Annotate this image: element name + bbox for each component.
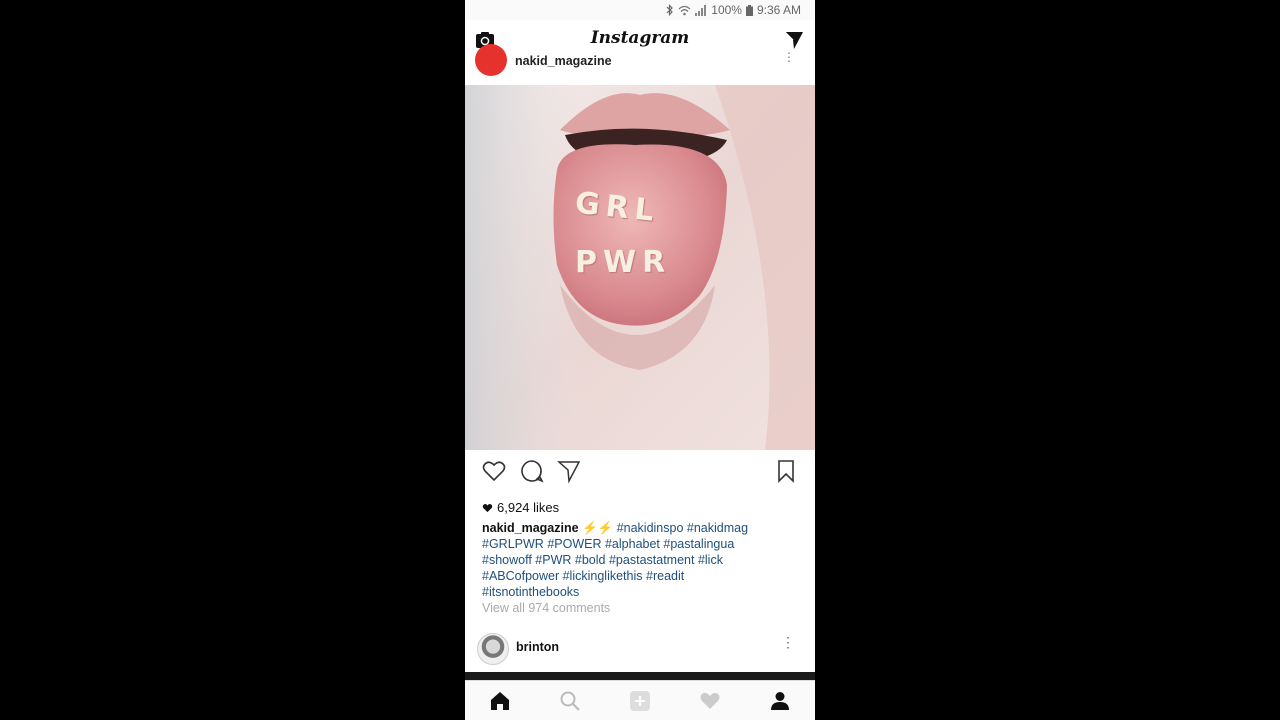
more-options-icon[interactable]: ⋮ <box>781 635 795 649</box>
hashtag[interactable]: #ABCofpower <box>482 569 559 583</box>
hashtag[interactable]: #itsnotinthebooks <box>482 585 579 599</box>
add-icon[interactable] <box>629 690 651 712</box>
next-post-image[interactable] <box>465 672 815 680</box>
heart-icon[interactable] <box>481 458 507 484</box>
status-time: 9:36 AM <box>756 3 801 17</box>
next-post-header: brinton ⋮ <box>465 630 815 666</box>
post-actions <box>465 458 815 486</box>
caption-emoji: ⚡⚡ <box>582 521 614 535</box>
hashtag[interactable]: #lickinglikethis <box>563 569 643 583</box>
hashtag[interactable]: #nakidinspo <box>617 521 684 535</box>
next-post-username[interactable]: brinton <box>516 640 559 654</box>
hashtag[interactable]: #GRLPWR <box>482 537 544 551</box>
paper-plane-icon[interactable] <box>783 29 805 51</box>
bottom-nav <box>465 680 815 720</box>
wifi-icon <box>678 5 691 16</box>
hashtag[interactable]: #alphabet <box>605 537 660 551</box>
caption-username[interactable]: nakid_magazine <box>482 521 579 535</box>
share-icon[interactable] <box>556 458 582 484</box>
more-options-icon[interactable]: ⋮ <box>783 51 795 63</box>
phone-screen: 100% 9:36 AM Instagram nakid_magazine ⋮ <box>465 0 815 720</box>
post-header: nakid_magazine ⋮ <box>465 44 815 84</box>
likes-count[interactable]: 6,924 likes <box>482 500 559 515</box>
app-title: Instagram <box>590 28 690 48</box>
hashtag[interactable]: #bold <box>575 553 606 567</box>
bookmark-icon[interactable] <box>773 458 799 484</box>
profile-icon[interactable] <box>769 690 791 712</box>
home-icon[interactable] <box>489 690 511 712</box>
small-heart-icon <box>482 503 493 512</box>
hashtag[interactable]: #showoff <box>482 553 532 567</box>
battery-icon <box>745 4 753 16</box>
hashtag[interactable]: #pastalingua <box>663 537 734 551</box>
avatar[interactable] <box>477 633 509 665</box>
post-image[interactable]: GRL PWR <box>465 85 815 450</box>
signal-icon <box>695 4 707 16</box>
status-bar: 100% 9:36 AM <box>465 0 815 20</box>
image-text-pwr: PWR <box>575 245 672 280</box>
avatar[interactable] <box>475 44 507 76</box>
comment-icon[interactable] <box>519 458 545 484</box>
view-comments-link[interactable]: View all 974 comments <box>482 601 610 615</box>
post-username[interactable]: nakid_magazine <box>515 54 612 68</box>
likes-label: 6,924 likes <box>497 500 560 515</box>
heart-icon[interactable] <box>699 690 721 712</box>
bluetooth-icon <box>666 4 674 16</box>
hashtag[interactable]: #pastastatment <box>609 553 694 567</box>
hashtag[interactable]: #POWER <box>547 537 601 551</box>
hashtag[interactable]: #PWR <box>535 553 571 567</box>
post-caption: nakid_magazine ⚡⚡ #nakidinspo #nakidmag … <box>482 520 802 600</box>
battery-percent: 100% <box>711 3 742 17</box>
hashtag[interactable]: #lick <box>698 553 723 567</box>
search-icon[interactable] <box>559 690 581 712</box>
hashtag[interactable]: #readit <box>646 569 684 583</box>
hashtag[interactable]: #nakidmag <box>687 521 748 535</box>
